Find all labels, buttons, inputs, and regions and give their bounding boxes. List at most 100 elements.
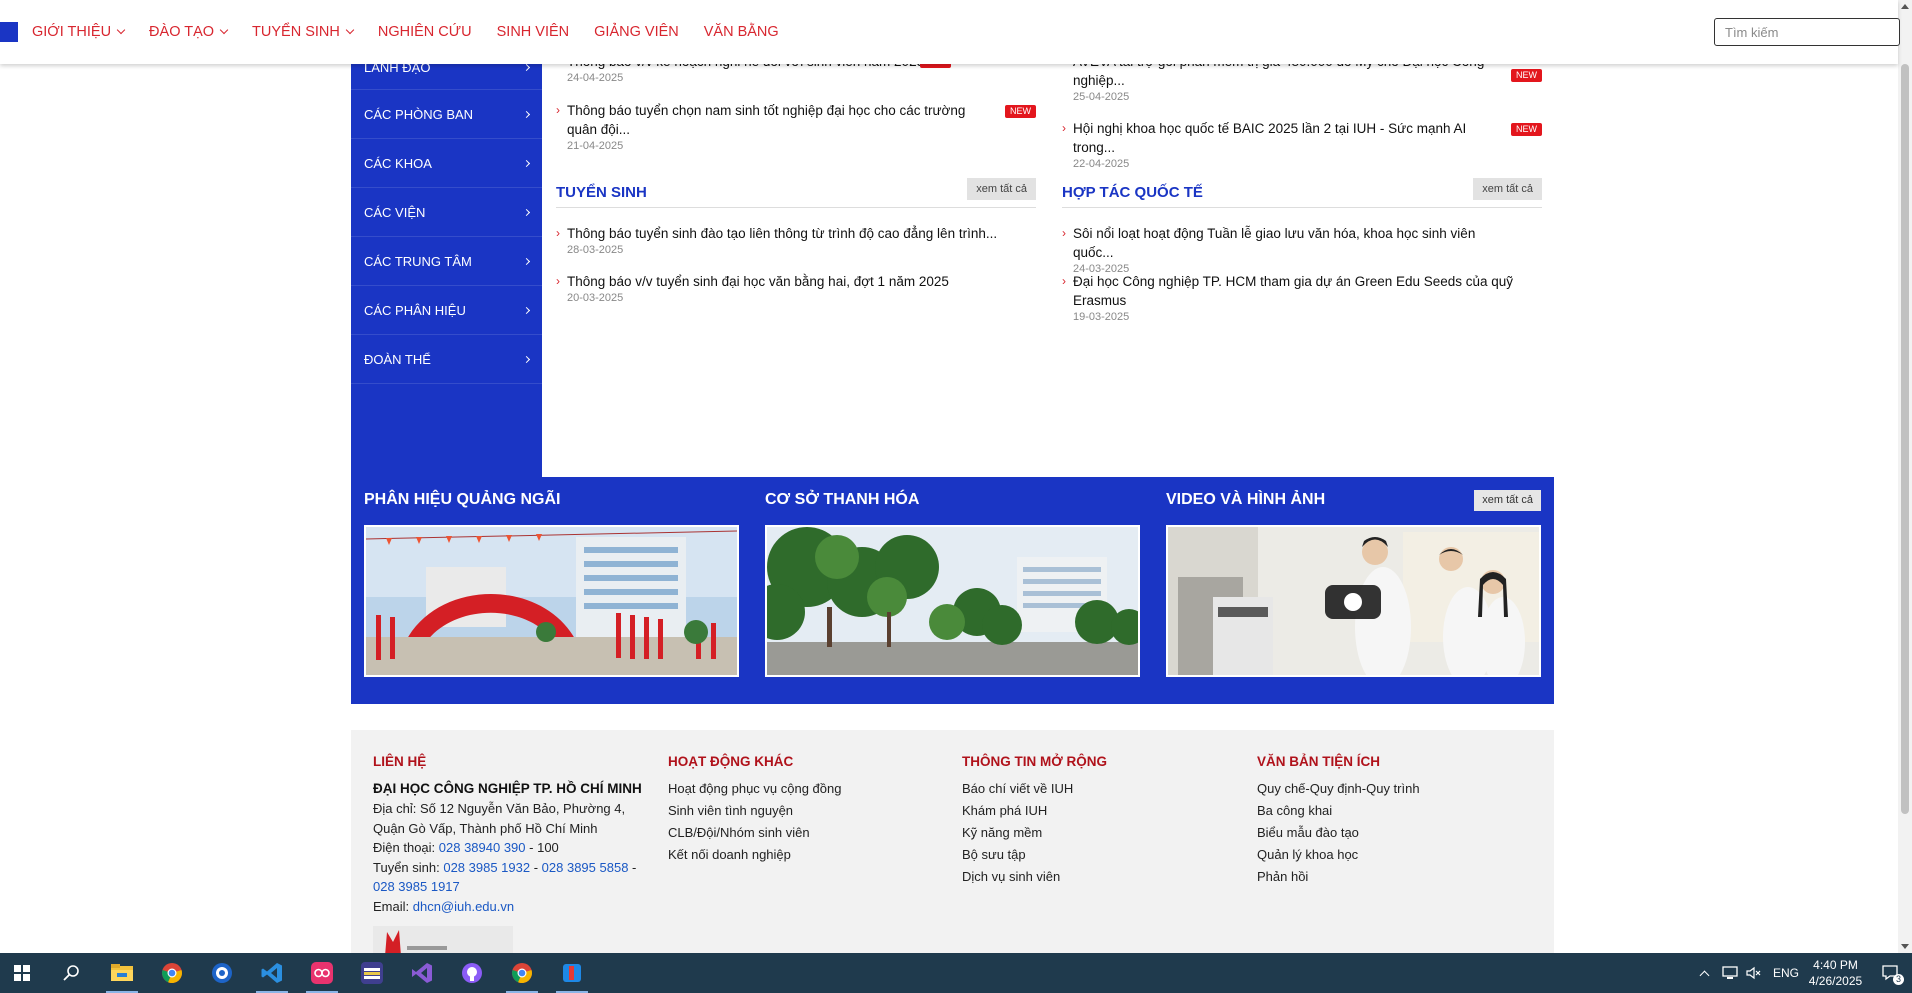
sidebar-item-trung-tam[interactable]: CÁC TRUNG TÂM [351,237,542,286]
logo-fragment[interactable] [0,22,18,42]
news-item[interactable]: › Thông báo v/v tuyển sinh đại học văn b… [556,272,1036,306]
iuh-logo[interactable] [373,926,513,956]
taskbar-github[interactable] [450,953,494,993]
new-badge: NEW [1511,123,1542,136]
nav-item-label: VĂN BẰNG [703,24,779,40]
taskbar-chrome-active[interactable] [500,953,544,993]
admission-phone-link[interactable]: 028 3985 1917 [373,879,460,894]
view-all-button[interactable]: xem tất cả [1474,490,1541,511]
notification-center[interactable]: 3 [1876,953,1906,993]
taskbar-vscode[interactable] [250,953,294,993]
tray-overflow[interactable] [1697,953,1711,993]
campus-media-band: PHÂN HIỆU QUẢNG NGÃI CƠ SỞ THANH HÓA VID… [351,477,1554,704]
quang-ngai-campus-image[interactable] [364,525,739,677]
international-header: HỢP TÁC QUỐC TẾ xem tất cả [1062,178,1542,208]
footer-link[interactable]: Quy chế-Quy định-Quy trình [1257,778,1517,800]
nav-item-nghien-cuu[interactable]: NGHIÊN CỨU [378,24,472,40]
scroll-down-icon[interactable] [1901,944,1909,949]
taskbar-file-explorer[interactable] [100,953,144,993]
admission-phone-link[interactable]: 028 3985 1932 [443,860,530,875]
news-title[interactable]: Thông báo tuyển sinh đào tạo liên thông … [567,224,1036,243]
thanh-hoa-campus-image[interactable] [765,525,1140,677]
footer-link[interactable]: Báo chí viết về IUH [962,778,1222,800]
admission-phone-link[interactable]: 028 3895 5858 [542,860,629,875]
news-item[interactable]: › Sôi nổi loạt hoạt động Tuần lễ giao lư… [1062,224,1542,277]
footer-link[interactable]: Kỹ năng mềm [962,822,1222,844]
taskbar-app-striped[interactable] [350,953,394,993]
footer-link[interactable]: Hoạt động phục vụ cộng đồng [668,778,928,800]
footer-link[interactable]: Bộ sưu tập [962,844,1222,866]
start-button[interactable] [0,953,44,993]
footer-extended: THÔNG TIN MỞ RỘNG Báo chí viết về IUH Kh… [962,754,1222,888]
scroll-up-icon[interactable] [1901,4,1909,9]
search-input[interactable] [1714,18,1900,46]
news-title[interactable]: Sôi nổi loạt hoạt động Tuần lễ giao lưu … [1073,224,1542,262]
footer-link[interactable]: Sinh viên tình nguyện [668,800,928,822]
chevron-right-icon [522,355,531,363]
footer-link[interactable]: Biểu mẫu đào tạo [1257,822,1517,844]
github-icon [462,963,482,983]
news-item[interactable]: › Đại học Công nghiệp TP. HCM tham gia d… [1062,272,1542,325]
chevron-right-icon: › [556,226,560,240]
footer-contact: LIÊN HỆ ĐẠI HỌC CÔNG NGHIỆP TP. HỒ CHÍ M… [373,754,649,956]
clock-time: 4:40 PM [1813,958,1858,972]
news-item[interactable]: › Hội nghị khoa học quốc tế BAIC 2025 lầ… [1062,119,1542,172]
footer-heading: HOẠT ĐỘNG KHÁC [668,754,794,769]
clock-date: 4/26/2025 [1808,974,1863,988]
vertical-scrollbar[interactable] [1898,0,1912,953]
sidebar-item-doan-the[interactable]: ĐOÀN THỂ [351,335,542,384]
footer-link[interactable]: Ba công khai [1257,800,1517,822]
nav-item-van-bang[interactable]: VĂN BẰNG [704,24,779,40]
news-date: 25-04-2025 [1073,91,1130,103]
taskbar-chrome[interactable] [150,953,194,993]
footer-link[interactable]: Khám phá IUH [962,800,1222,822]
nav-item-label: TUYỂN SINH [252,24,340,40]
volume-status[interactable] [1746,953,1762,993]
sidebar-item-phong-ban[interactable]: CÁC PHÒNG BAN [351,90,542,139]
taskbar-search-button[interactable] [50,953,94,993]
news-item[interactable]: › Thông báo tuyển chọn nam sinh tốt nghi… [556,101,1036,154]
taskbar-app-blue[interactable] [200,953,244,993]
news-date: 19-03-2025 [1073,311,1130,323]
footer-link[interactable]: Quản lý khoa học [1257,844,1517,866]
contact-info: ĐẠI HỌC CÔNG NGHIỆP TP. HỒ CHÍ MINH Địa … [373,778,649,916]
chevron-up-icon [1699,970,1709,980]
sidebar-item-vien[interactable]: CÁC VIỆN [351,188,542,237]
taskbar-app-red[interactable] [550,953,594,993]
language-indicator[interactable]: ENG [1773,953,1799,993]
view-all-button[interactable]: xem tất cả [1473,178,1542,200]
news-title[interactable]: Thông báo tuyển chọn nam sinh tốt nghiệp… [567,101,1036,139]
news-title[interactable]: Thông báo v/v tuyển sinh đại học văn bằn… [567,272,1036,291]
nav-item-dao-tao[interactable]: ĐÀO TẠO [149,24,229,40]
nav-item-sinh-vien[interactable]: SINH VIÊN [497,24,570,40]
view-all-button[interactable]: xem tất cả [967,178,1036,200]
taskbar-visual-studio[interactable] [400,953,444,993]
section-title: CƠ SỞ THANH HÓA [765,491,920,508]
email-line: Email: dhcn@iuh.edu.vn [373,897,649,917]
chevron-right-icon [522,159,531,167]
email-link[interactable]: dhcn@iuh.edu.vn [413,899,514,914]
footer-link[interactable]: Phản hồi [1257,866,1517,888]
footer-link[interactable]: CLB/Đội/Nhóm sinh viên [668,822,928,844]
footer-heading: VĂN BẢN TIỆN ÍCH [1257,754,1381,769]
clock[interactable]: 4:40 PM 4/26/2025 [1808,953,1863,993]
nav-item-giang-vien[interactable]: GIẢNG VIÊN [594,24,679,40]
admission-phone-line: Tuyển sinh: 028 3985 1932 - 028 3895 585… [373,858,649,897]
scrollbar-thumb[interactable] [1901,64,1909,814]
app-icon [563,964,581,982]
phone-link[interactable]: 028 38940 390 [439,840,526,855]
news-title[interactable]: Đại học Công nghiệp TP. HCM tham gia dự … [1073,272,1542,310]
video-thumbnail[interactable] [1166,525,1541,677]
taskbar-flickr-app[interactable] [300,953,344,993]
section-title: TUYỂN SINH [556,184,647,201]
news-item[interactable]: › Thông báo tuyển sinh đào tạo liên thôn… [556,224,1036,258]
sidebar-item-phan-hieu[interactable]: CÁC PHÂN HIỆU [351,286,542,335]
network-status[interactable] [1722,953,1740,993]
footer-documents: VĂN BẢN TIỆN ÍCH Quy chế-Quy định-Quy tr… [1257,754,1517,888]
sidebar-item-khoa[interactable]: CÁC KHOA [351,139,542,188]
news-title[interactable]: Hội nghị khoa học quốc tế BAIC 2025 lần … [1073,119,1542,157]
nav-item-gioi-thieu[interactable]: GIỚI THIỆU [32,24,126,40]
nav-item-tuyen-sinh[interactable]: TUYỂN SINH [252,24,355,40]
footer-link[interactable]: Dịch vụ sinh viên [962,866,1222,888]
footer-link[interactable]: Kết nối doanh nghiệp [668,844,928,866]
